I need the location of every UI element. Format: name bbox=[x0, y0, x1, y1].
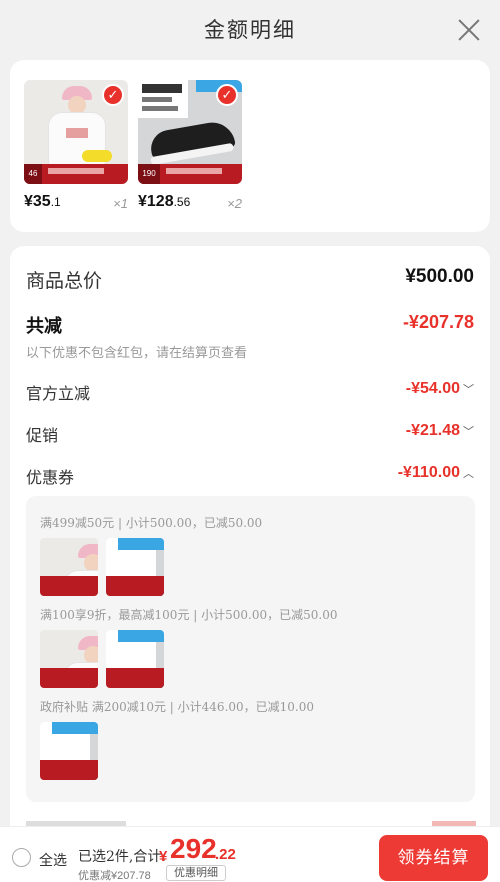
checkmark-icon[interactable]: ✓ bbox=[102, 84, 124, 106]
selected-summary: 已选2件,合计: bbox=[78, 849, 167, 865]
product-thumbnail bbox=[106, 538, 164, 596]
selected-products-card: 46 ✓ ¥35.1 ×1 190 ✓ ¥128.56 ×2 bbox=[10, 60, 490, 232]
checkout-button[interactable]: 领券结算 bbox=[379, 835, 488, 881]
discount-note: 以下优惠不包含红包，请在结算页查看 bbox=[26, 346, 248, 361]
price-badge: 190 bbox=[138, 164, 160, 184]
product-price: ¥35.1 bbox=[24, 193, 61, 210]
chevron-down-icon[interactable]: ﹀ bbox=[463, 381, 474, 397]
total-label: 商品总价 bbox=[26, 270, 103, 292]
select-all-label[interactable]: 全选 bbox=[39, 850, 67, 870]
price-badge: 46 bbox=[24, 164, 42, 184]
coupon-rule: 政府补贴 满200减10元 | 小计446.00，已减10.00 bbox=[40, 700, 315, 714]
currency-symbol: ¥ bbox=[159, 848, 168, 865]
product-price: ¥128.56 bbox=[138, 193, 191, 210]
discount-summary: 优惠减¥207.78 bbox=[78, 870, 151, 882]
product-item[interactable]: 46 ✓ ¥35.1 ×1 bbox=[24, 80, 128, 211]
page-title: 金额明细 bbox=[204, 18, 296, 42]
discount-row: 共减 -¥207.78 bbox=[26, 312, 474, 337]
line-label: 优惠券 bbox=[26, 468, 75, 487]
checkmark-icon[interactable]: ✓ bbox=[216, 84, 238, 106]
coupon-row[interactable]: 优惠券 -¥110.00 ︿ bbox=[26, 464, 474, 487]
discount-detail-button[interactable]: 优惠明细 bbox=[166, 865, 226, 881]
product-quantity: ×1 bbox=[113, 196, 128, 211]
total-amount: 292 bbox=[170, 833, 217, 864]
product-thumbnail bbox=[40, 722, 98, 780]
total-value: ¥500.00 bbox=[405, 266, 474, 287]
modal-header: 金额明细 bbox=[0, 0, 500, 60]
total-row: 商品总价 ¥500.00 bbox=[26, 266, 474, 292]
close-icon[interactable] bbox=[458, 19, 480, 41]
chevron-down-icon[interactable]: ﹀ bbox=[463, 423, 474, 439]
bottom-bar: 全选 已选2件,合计: ¥ 292 .22 优惠减¥207.78 优惠明细 领券… bbox=[0, 826, 500, 882]
line-label: 官方立减 bbox=[26, 384, 91, 403]
product-thumbnail bbox=[106, 630, 164, 688]
discount-note-row: 以下优惠不包含红包，请在结算页查看 bbox=[26, 342, 474, 361]
product-image: 190 ✓ bbox=[138, 80, 242, 184]
product-thumbnail bbox=[40, 538, 98, 596]
product-thumbnail bbox=[40, 630, 98, 688]
line-value: -¥21.48 ﹀ bbox=[405, 422, 474, 439]
discount-label: 共减 bbox=[26, 316, 62, 337]
product-item[interactable]: 190 ✓ ¥128.56 ×2 bbox=[138, 80, 242, 211]
select-all-radio[interactable] bbox=[12, 848, 31, 867]
coupon-detail-panel: 满499减50元 | 小计500.00，已减50.00 满100享9折，最高减1… bbox=[26, 496, 475, 802]
official-discount-row[interactable]: 官方立减 -¥54.00 ﹀ bbox=[26, 380, 474, 403]
total-amount-decimal: .22 bbox=[215, 846, 236, 863]
partially-hidden-row bbox=[26, 818, 476, 826]
coupon-rule: 满499减50元 | 小计500.00，已减50.00 bbox=[40, 516, 263, 530]
coupon-rule: 满100享9折，最高减100元 | 小计500.00，已减50.00 bbox=[40, 608, 338, 622]
line-label: 促销 bbox=[26, 426, 59, 445]
line-value: -¥54.00 ﹀ bbox=[405, 380, 474, 397]
price-detail-card: 商品总价 ¥500.00 共减 -¥207.78 以下优惠不包含红包，请在结算页… bbox=[10, 246, 490, 882]
chevron-up-icon[interactable]: ︿ bbox=[463, 465, 474, 481]
promotion-row[interactable]: 促销 -¥21.48 ﹀ bbox=[26, 422, 474, 445]
line-value: -¥110.00 ︿ bbox=[397, 464, 474, 481]
product-image: 46 ✓ bbox=[24, 80, 128, 184]
product-quantity: ×2 bbox=[227, 196, 242, 211]
discount-value: -¥207.78 bbox=[402, 312, 474, 332]
